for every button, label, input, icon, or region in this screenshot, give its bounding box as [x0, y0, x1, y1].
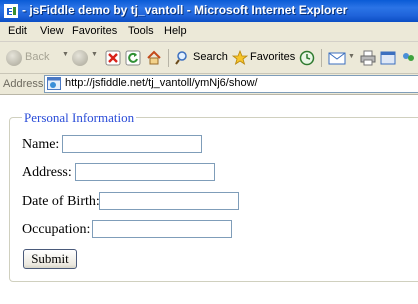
- back-label: Back: [25, 51, 50, 63]
- menu-tools[interactable]: Tools: [128, 25, 154, 37]
- back-dropdown-icon[interactable]: ▼: [62, 51, 69, 58]
- refresh-button[interactable]: [124, 47, 142, 69]
- messenger-icon: [403, 53, 414, 61]
- menu-favorites[interactable]: Favorites: [72, 25, 117, 37]
- menu-edit[interactable]: Edit: [8, 25, 27, 37]
- favorites-label: Favorites: [250, 51, 296, 63]
- menu-bar: Edit View Favorites Tools Help: [0, 22, 418, 42]
- edit-button[interactable]: [379, 47, 397, 69]
- date-of-birth-label: Date of Birth:: [22, 194, 100, 209]
- edit-page-icon: [380, 51, 396, 65]
- name-input[interactable]: [62, 135, 202, 153]
- page-content: Personal Information Name: Address: Date…: [0, 95, 418, 304]
- occupation-label: Occupation:: [22, 222, 91, 237]
- home-button[interactable]: [145, 47, 163, 69]
- page-icon: [47, 77, 61, 90]
- name-label: Name:: [22, 137, 60, 152]
- favorites-button[interactable]: Favorites: [232, 47, 296, 69]
- mail-button[interactable]: ▼: [327, 47, 357, 69]
- search-button[interactable]: Search: [174, 47, 228, 69]
- home-icon: [147, 50, 161, 65]
- toolbar-separator: [321, 49, 322, 67]
- messenger-button[interactable]: [399, 47, 417, 69]
- stop-icon: [105, 50, 121, 66]
- address-label: Address: [3, 78, 44, 90]
- menu-help[interactable]: Help: [164, 25, 187, 37]
- favorites-star-icon: [232, 50, 248, 65]
- forward-arrow-icon: [72, 50, 88, 66]
- fieldset-legend: Personal Information: [22, 110, 137, 126]
- printer-icon: [360, 50, 376, 66]
- address-bar: Address http://jsfiddle.net/tj_vantoll/y…: [0, 74, 418, 95]
- title-bar[interactable]: - jsFiddle demo by tj_vantoll - Microsof…: [0, 0, 418, 22]
- back-button[interactable]: Back: [4, 47, 58, 69]
- menu-view[interactable]: View: [40, 25, 64, 37]
- history-icon: [299, 50, 315, 66]
- ie-icon: [4, 4, 18, 18]
- print-button[interactable]: [359, 47, 377, 69]
- address-field-label: Address:: [22, 165, 72, 180]
- address-url: http://jsfiddle.net/tj_vantoll/ymNj6/sho…: [65, 77, 258, 89]
- date-of-birth-input[interactable]: [99, 192, 239, 210]
- stop-button[interactable]: [104, 47, 122, 69]
- window-title: - jsFiddle demo by tj_vantoll - Microsof…: [22, 3, 348, 17]
- occupation-input[interactable]: [92, 220, 232, 238]
- search-icon: [175, 51, 187, 65]
- refresh-icon: [125, 50, 141, 66]
- forward-button[interactable]: [70, 47, 90, 69]
- forward-dropdown-icon[interactable]: ▼: [91, 51, 98, 58]
- mail-icon: [328, 52, 346, 65]
- submit-button[interactable]: Submit: [23, 249, 77, 269]
- toolbar: Back ▼ ▼ Search Favorites ▼: [0, 42, 418, 74]
- toolbar-separator: [168, 49, 169, 67]
- search-label: Search: [193, 51, 228, 63]
- address-input[interactable]: http://jsfiddle.net/tj_vantoll/ymNj6/sho…: [44, 75, 418, 93]
- back-arrow-icon: [6, 50, 22, 66]
- mail-dropdown-icon: ▼: [348, 53, 355, 60]
- address-field-input[interactable]: [75, 163, 215, 181]
- history-button[interactable]: [298, 47, 316, 69]
